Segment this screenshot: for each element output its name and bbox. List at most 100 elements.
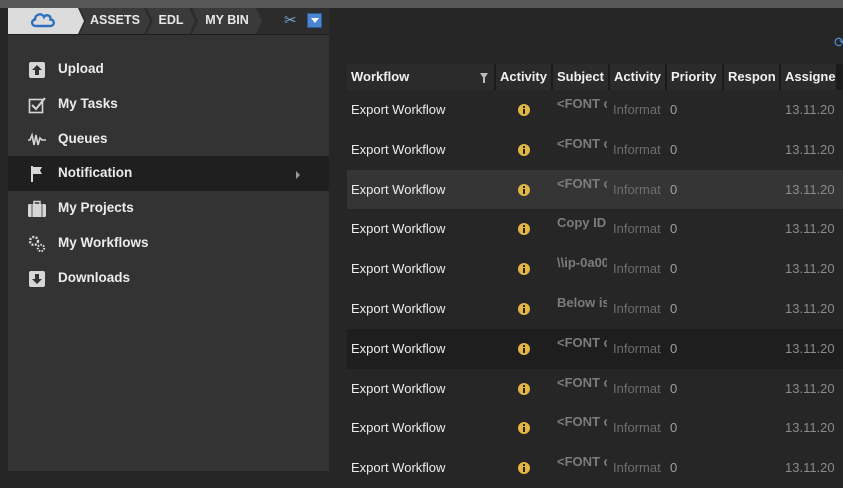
cell-subject: <FONT c	[557, 334, 607, 350]
sidebar-item-my-tasks[interactable]: My Tasks	[8, 87, 329, 122]
info-icon	[518, 223, 530, 236]
cell-priority: 0	[670, 221, 678, 237]
cell-assigned: 13.11.20	[785, 181, 835, 197]
sidebar-item-upload[interactable]: Upload	[8, 52, 329, 87]
cell-subject: <FONT c	[557, 454, 607, 470]
refresh-icon[interactable]: ⟳	[834, 34, 843, 50]
cell-workflow: Export Workflow	[351, 181, 446, 197]
cell-workflow: Export Workflow	[351, 221, 446, 237]
info-icon	[518, 104, 530, 116]
cell-activity: Informat	[613, 380, 661, 396]
sidebar-item-my-projects[interactable]: My Projects	[8, 191, 329, 226]
header-label: Workflow	[351, 69, 410, 84]
cell-activity: Informat	[613, 261, 661, 277]
cell-workflow: Export Workflow	[351, 300, 446, 316]
cell-subject: <FONT c	[557, 414, 607, 430]
sidebar-item-label: Queues	[58, 130, 108, 146]
sidebar-item-label: My Tasks	[58, 95, 118, 111]
cell-activity: Informat	[613, 340, 661, 356]
sidebar-item-my-workflows[interactable]: My Workflows	[8, 226, 329, 261]
cell-priority: 0	[670, 181, 678, 197]
col-header-response[interactable]: Respon	[724, 64, 780, 90]
upload-icon	[29, 62, 45, 78]
cell-subject: <FONT c	[557, 96, 607, 111]
cell-assigned: 13.11.20	[785, 221, 835, 237]
info-icon	[518, 462, 530, 475]
left-panel: ASSETS EDL MY BIN ✂ Upload My Tasks Queu…	[8, 8, 329, 471]
main-panel: ⟳ Workflow Activity Subject Activity Pri…	[331, 8, 843, 475]
dropdown-button[interactable]	[307, 13, 322, 28]
info-icon	[518, 183, 530, 196]
table-row[interactable]: Export Workflow <FONT c Informat 0 13.11…	[347, 448, 843, 488]
cell-subject: \\ip-0a00	[557, 255, 607, 271]
sidebar-item-downloads[interactable]: Downloads	[8, 261, 329, 296]
activity-icon-cell	[517, 369, 541, 409]
activity-icon-cell	[517, 329, 541, 369]
cell-priority: 0	[670, 380, 678, 396]
sidebar-item-label: Notification	[58, 165, 133, 181]
sidebar-item-notification[interactable]: Notification	[8, 156, 329, 192]
download-icon	[29, 270, 45, 287]
cell-subject: Below is	[557, 294, 607, 310]
activity-icon-cell	[517, 249, 541, 289]
cell-workflow: Export Workflow	[351, 141, 446, 157]
cell-workflow: Export Workflow	[351, 102, 446, 117]
cell-subject: Copy ID	[557, 215, 607, 231]
cell-assigned: 13.11.20	[785, 380, 835, 396]
cell-activity: Informat	[613, 221, 661, 237]
activity-icon-cell	[517, 289, 541, 329]
col-header-activity[interactable]: Activity	[496, 64, 552, 90]
cell-priority: 0	[670, 261, 678, 277]
cell-assigned: 13.11.20	[785, 300, 835, 316]
sidebar-menu: Upload My Tasks Queues Notification My P…	[8, 52, 329, 296]
info-icon	[518, 382, 530, 395]
flag-icon	[31, 166, 42, 183]
cell-workflow: Export Workflow	[351, 460, 446, 476]
cell-priority: 0	[670, 300, 678, 316]
tab-assets[interactable]: ASSETS	[80, 8, 150, 34]
scissors-icon[interactable]: ✂	[284, 12, 300, 30]
col-header-priority[interactable]: Priority	[667, 64, 723, 90]
cell-subject: <FONT c	[557, 135, 607, 151]
cell-assigned: 13.11.20	[785, 340, 835, 356]
cell-activity: Informat	[613, 460, 661, 476]
info-icon	[518, 143, 530, 156]
filter-icon[interactable]	[480, 73, 488, 83]
tab-bar: ASSETS EDL MY BIN ✂	[8, 8, 329, 35]
info-icon	[518, 422, 530, 435]
cell-priority: 0	[670, 141, 678, 157]
chevron-right-icon	[296, 171, 300, 180]
cell-workflow: Export Workflow	[351, 380, 446, 396]
cell-assigned: 13.11.20	[785, 102, 835, 117]
tab-edl[interactable]: EDL	[147, 8, 195, 34]
cell-workflow: Export Workflow	[351, 420, 446, 436]
cell-subject: <FONT c	[557, 175, 607, 191]
cell-activity: Informat	[613, 420, 661, 436]
activity-icon-cell	[517, 408, 541, 448]
col-header-assigned[interactable]: Assigne	[781, 64, 837, 90]
cell-assigned: 13.11.20	[785, 460, 835, 476]
gears-icon	[28, 235, 46, 253]
activity-icon-cell	[517, 209, 541, 249]
cell-workflow: Export Workflow	[351, 340, 446, 356]
waveform-icon	[28, 131, 46, 145]
tab-my-bin[interactable]: MY BIN	[192, 8, 262, 34]
tab-tools: ✂	[284, 12, 328, 30]
cell-activity: Informat	[613, 181, 661, 197]
notification-table: Workflow Activity Subject Activity Prior…	[347, 64, 843, 488]
col-header-workflow[interactable]: Workflow	[347, 64, 495, 90]
activity-icon-cell	[517, 170, 541, 210]
sidebar-item-queues[interactable]: Queues	[8, 122, 329, 157]
check-icon	[28, 97, 46, 114]
cell-assigned: 13.11.20	[785, 261, 835, 277]
col-header-activity-type[interactable]: Activity	[610, 64, 666, 90]
info-icon	[518, 263, 530, 276]
activity-icon-cell	[517, 448, 541, 488]
cell-subject: <FONT c	[557, 374, 607, 390]
table-body: Export Workflow <FONT c Informat 0 13.11…	[347, 90, 843, 488]
tab-cloud[interactable]	[8, 8, 84, 34]
info-icon	[518, 302, 530, 315]
activity-icon-cell	[517, 130, 541, 170]
cell-activity: Informat	[613, 300, 661, 316]
cell-activity: Informat	[613, 102, 661, 117]
